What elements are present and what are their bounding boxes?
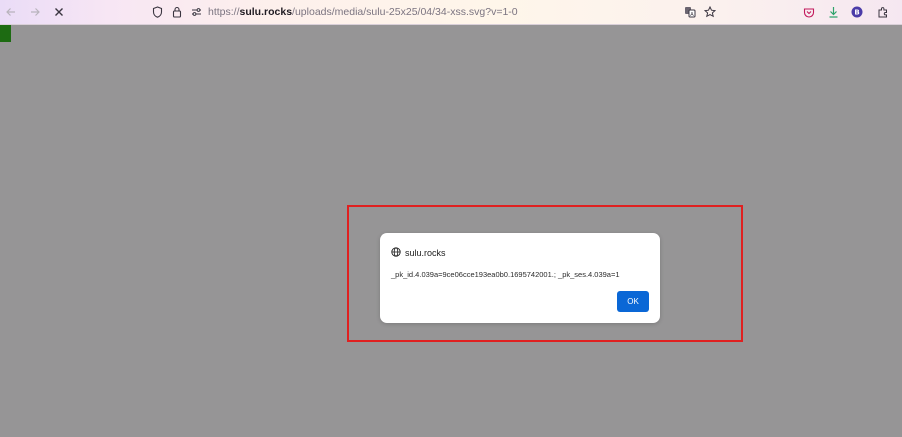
address-bar[interactable]: https://sulu.rocks/uploads/media/sulu-25… bbox=[208, 0, 518, 24]
permissions-icon[interactable] bbox=[189, 0, 203, 24]
shield-icon[interactable] bbox=[150, 0, 164, 24]
stop-icon[interactable] bbox=[50, 0, 68, 24]
url-scheme: https:// bbox=[208, 6, 240, 18]
lock-icon[interactable] bbox=[170, 0, 184, 24]
alert-dialog: sulu.rocks _pk_id.4.039a=9ce06cce193ea0b… bbox=[380, 233, 660, 323]
forward-arrow-icon[interactable] bbox=[26, 0, 44, 24]
browser-toolbar: https://sulu.rocks/uploads/media/sulu-25… bbox=[0, 0, 902, 25]
alert-site-name: sulu.rocks bbox=[405, 248, 446, 258]
bookmark-star-icon[interactable] bbox=[703, 0, 717, 24]
extension-badge-letter: B bbox=[854, 9, 859, 17]
alert-message: _pk_id.4.039a=9ce06cce193ea0b0.169574200… bbox=[391, 270, 620, 279]
download-icon[interactable] bbox=[826, 0, 840, 24]
back-arrow-icon[interactable] bbox=[2, 0, 20, 24]
svg-text:A: A bbox=[690, 12, 694, 18]
extensions-puzzle-icon[interactable] bbox=[876, 0, 890, 24]
ok-button[interactable]: OK bbox=[617, 291, 649, 312]
extension-icon[interactable]: B bbox=[850, 0, 864, 24]
page-corner-element bbox=[0, 25, 11, 42]
pocket-icon[interactable] bbox=[802, 0, 816, 24]
alert-header: sulu.rocks bbox=[391, 244, 446, 262]
url-path: /uploads/media/sulu-25x25/04/34-xss.svg?… bbox=[292, 6, 518, 18]
translate-icon[interactable]: A bbox=[683, 0, 697, 24]
url-host: sulu.rocks bbox=[239, 6, 293, 18]
globe-icon bbox=[391, 244, 401, 262]
